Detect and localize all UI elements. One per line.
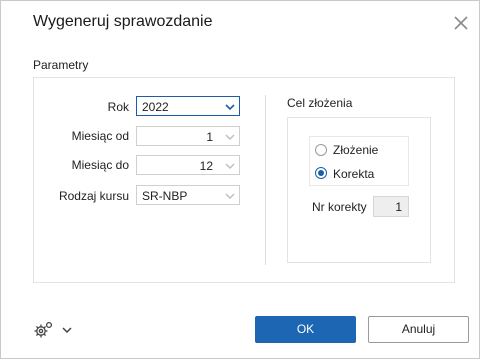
cancel-button[interactable]: Anuluj [368,316,469,343]
dialog-title: Wygeneruj sprawozdanie [33,13,213,30]
rok-label: Rok [107,100,129,114]
rodzaj-kursu-select[interactable]: SR-NBP [136,185,240,205]
miesiac-od-label: Miesiąc od [71,129,129,143]
close-icon [454,16,468,30]
settings-menu-button[interactable] [33,319,75,341]
chevron-down-icon [225,163,235,169]
nr-korekty-label: Nr korekty [312,200,367,214]
rok-select[interactable]: 2022 [136,96,240,116]
nr-korekty-field[interactable]: 1 [373,196,409,217]
cel-title: Cel złożenia [287,96,353,110]
miesiac-do-select[interactable]: 12 [136,155,240,175]
radio-korekta[interactable] [315,167,327,179]
radio-zlozenie[interactable] [315,144,327,156]
radio-korekta-label[interactable]: Korekta [333,167,374,181]
report-dialog: Wygeneruj sprawozdanie Parametry Rok 202… [0,0,480,359]
rodzaj-kursu-value: SR-NBP [142,189,188,203]
radio-zlozenie-label[interactable]: Złożenie [333,143,378,157]
close-button[interactable] [451,13,471,33]
chevron-down-icon [225,134,235,140]
miesiac-od-select[interactable]: 1 [136,126,240,146]
chevron-down-icon [225,104,235,111]
parametry-label: Parametry [33,58,89,72]
miesiac-do-label: Miesiąc do [71,158,129,172]
panel-divider [265,95,266,265]
miesiac-od-value: 1 [206,130,213,144]
miesiac-do-value: 12 [199,159,213,173]
chevron-down-icon [225,193,235,199]
rok-value: 2022 [142,100,169,114]
ok-button[interactable]: OK [255,316,356,343]
rodzaj-kursu-label: Rodzaj kursu [58,189,129,203]
gear-icon [34,321,72,338]
